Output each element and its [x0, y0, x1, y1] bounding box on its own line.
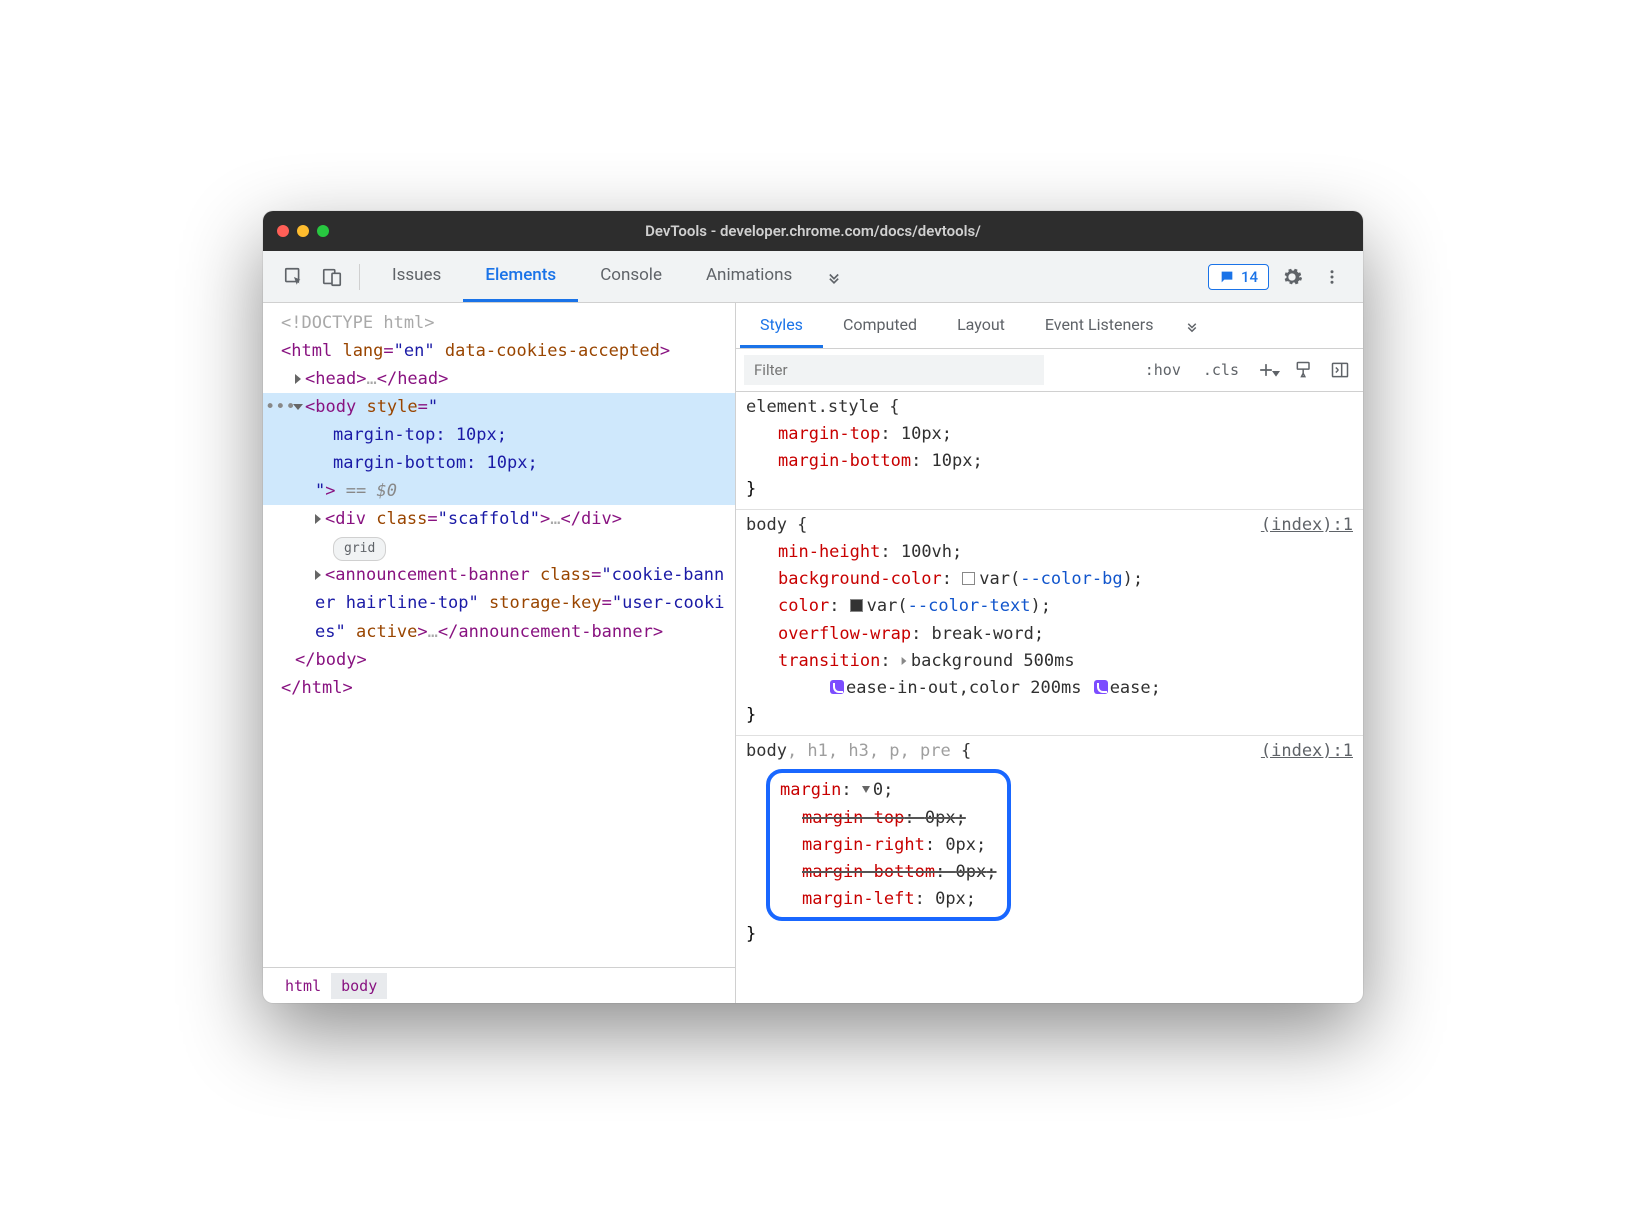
- breadcrumb-body[interactable]: body: [331, 973, 387, 999]
- titlebar: DevTools - developer.chrome.com/docs/dev…: [263, 211, 1363, 251]
- subtab-computed[interactable]: Computed: [823, 303, 937, 348]
- styles-filter-bar: :hov .cls: [736, 349, 1363, 392]
- tab-animations[interactable]: Animations: [684, 251, 814, 302]
- dom-announcement-banner[interactable]: <announcement-banner class="cookie-banne…: [263, 561, 735, 645]
- settings-gear-icon[interactable]: [1275, 260, 1309, 294]
- hov-toggle[interactable]: :hov: [1137, 361, 1189, 379]
- message-icon: [1219, 269, 1235, 285]
- color-swatch-icon[interactable]: [962, 572, 975, 585]
- subtab-styles[interactable]: Styles: [740, 303, 823, 348]
- rule-element-style[interactable]: element.style { margin-top: 10px; margin…: [736, 392, 1363, 510]
- bezier-curve-icon[interactable]: [830, 680, 844, 694]
- devtools-window: DevTools - developer.chrome.com/docs/dev…: [263, 211, 1363, 1003]
- breadcrumb: html body: [263, 967, 735, 1003]
- styles-subtabs: Styles Computed Layout Event Listeners: [736, 303, 1363, 349]
- dom-html-close[interactable]: </html>: [263, 674, 735, 702]
- paint-brush-icon[interactable]: [1289, 355, 1319, 385]
- device-toolbar-icon[interactable]: [315, 260, 349, 294]
- dom-doctype[interactable]: <!DOCTYPE html>: [263, 309, 735, 337]
- styles-panel: Styles Computed Layout Event Listeners :…: [736, 303, 1363, 1003]
- expand-icon[interactable]: [315, 570, 321, 580]
- tab-elements[interactable]: Elements: [463, 251, 578, 302]
- messages-count: 14: [1241, 268, 1258, 286]
- expand-icon[interactable]: [315, 514, 321, 524]
- inspect-element-icon[interactable]: [277, 260, 311, 294]
- close-window-button[interactable]: [277, 225, 289, 237]
- subtab-event-listeners[interactable]: Event Listeners: [1025, 303, 1174, 348]
- main-tabs: Issues Elements Console Animations: [370, 251, 1208, 302]
- more-menu-icon[interactable]: [1315, 260, 1349, 294]
- traffic-lights: [277, 225, 329, 237]
- maximize-window-button[interactable]: [317, 225, 329, 237]
- toggle-sidebar-icon[interactable]: [1325, 355, 1355, 385]
- tab-issues[interactable]: Issues: [370, 251, 463, 302]
- highlighted-margin-box: margin: 0; margin-top: 0px; margin-right…: [766, 769, 1011, 921]
- main-toolbar: Issues Elements Console Animations 14: [263, 251, 1363, 303]
- dom-div-scaffold[interactable]: <div class="scaffold">…</div>: [263, 505, 735, 533]
- minimize-window-button[interactable]: [297, 225, 309, 237]
- breadcrumb-html[interactable]: html: [275, 973, 331, 999]
- grid-badge[interactable]: grid: [333, 537, 386, 560]
- dom-head[interactable]: <head>…</head>: [263, 365, 735, 393]
- dom-body-close[interactable]: </body>: [263, 646, 735, 674]
- dom-body-selected[interactable]: •••<body style=": [263, 393, 735, 421]
- bezier-curve-icon[interactable]: [1094, 680, 1108, 694]
- collapse-icon[interactable]: [862, 786, 870, 793]
- cls-toggle[interactable]: .cls: [1195, 361, 1247, 379]
- source-link[interactable]: (index):1: [1261, 512, 1353, 539]
- styles-list: element.style { margin-top: 10px; margin…: [736, 392, 1363, 1003]
- dom-html-open[interactable]: <html lang="en" data-cookies-accepted>: [263, 337, 735, 365]
- color-swatch-icon[interactable]: [850, 599, 863, 612]
- dom-body-style-1[interactable]: margin-top: 10px;: [263, 421, 735, 449]
- styles-filter-input[interactable]: [744, 355, 1044, 385]
- expand-icon[interactable]: [295, 374, 301, 384]
- subtabs-overflow-icon[interactable]: [1173, 303, 1211, 348]
- tab-console[interactable]: Console: [578, 251, 684, 302]
- elements-panel: <!DOCTYPE html> <html lang="en" data-coo…: [263, 303, 736, 1003]
- messages-chip[interactable]: 14: [1208, 264, 1269, 290]
- dom-body-open-end[interactable]: "> == $0: [263, 477, 735, 505]
- dom-body-style-2[interactable]: margin-bottom: 10px;: [263, 449, 735, 477]
- tabs-overflow-icon[interactable]: [814, 251, 854, 302]
- dom-tree[interactable]: <!DOCTYPE html> <html lang="en" data-coo…: [263, 303, 735, 967]
- source-link[interactable]: (index):1: [1261, 738, 1353, 765]
- window-title: DevTools - developer.chrome.com/docs/dev…: [263, 222, 1363, 240]
- rule-body-reset[interactable]: body, h1, h3, p, pre { (index):1 margin:…: [736, 736, 1363, 954]
- collapse-icon[interactable]: [293, 404, 303, 410]
- expand-icon[interactable]: [901, 657, 906, 665]
- subtab-layout[interactable]: Layout: [937, 303, 1025, 348]
- rule-body[interactable]: body {(index):1 min-height: 100vh; backg…: [736, 510, 1363, 737]
- new-style-rule-icon[interactable]: [1253, 355, 1283, 385]
